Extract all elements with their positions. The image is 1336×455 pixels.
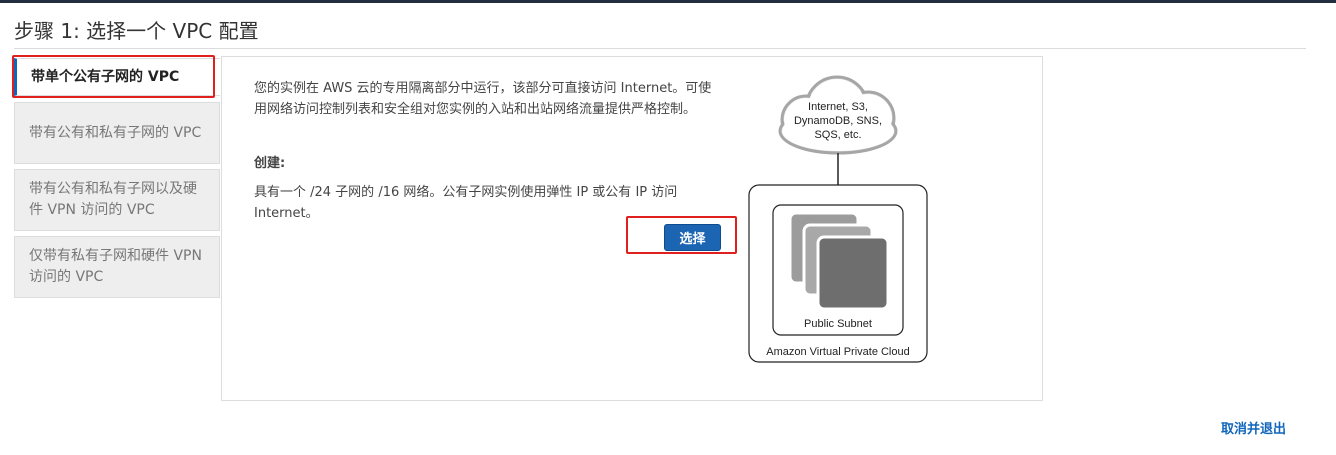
cloud-text-line-2: DynamoDB, SNS, bbox=[794, 115, 882, 127]
page-title: 步骤 1: 选择一个 VPC 配置 bbox=[14, 19, 259, 43]
vpc-diagram: Internet, S3, DynamoDB, SNS, SQS, etc. P… bbox=[748, 75, 928, 363]
create-label: 创建: bbox=[254, 156, 286, 171]
highlight-active-tab bbox=[12, 55, 215, 98]
tab-private-vpn-only[interactable]: 仅带有私有子网和硬件 VPN 访问的 VPC bbox=[14, 236, 220, 298]
tab-label: 带有公有和私有子网的 VPC bbox=[29, 124, 202, 141]
highlight-select-button bbox=[626, 216, 737, 254]
cloud-text-line-3: SQS, etc. bbox=[814, 129, 861, 141]
cloud-icon: Internet, S3, DynamoDB, SNS, SQS, etc. bbox=[778, 75, 898, 155]
tab-label: 仅带有私有子网和硬件 VPN 访问的 VPC bbox=[29, 248, 202, 285]
cancel-and-exit-link[interactable]: 取消并退出 bbox=[1221, 418, 1286, 437]
vpc-label: Amazon Virtual Private Cloud bbox=[766, 346, 909, 358]
vpc-description: 您的实例在 AWS 云的专用隔离部分中运行，该部分可直接访问 Internet。… bbox=[254, 81, 712, 117]
title-divider bbox=[14, 48, 1306, 49]
tab-public-private-vpn[interactable]: 带有公有和私有子网以及硬件 VPN 访问的 VPC bbox=[14, 169, 220, 231]
tab-public-private-subnets[interactable]: 带有公有和私有子网的 VPC bbox=[14, 102, 220, 164]
top-bar bbox=[0, 0, 1336, 3]
cloud-text-line-1: Internet, S3, bbox=[808, 101, 868, 113]
subnet-label: Public Subnet bbox=[804, 318, 872, 330]
tab-label: 带有公有和私有子网以及硬件 VPN 访问的 VPC bbox=[29, 181, 197, 218]
